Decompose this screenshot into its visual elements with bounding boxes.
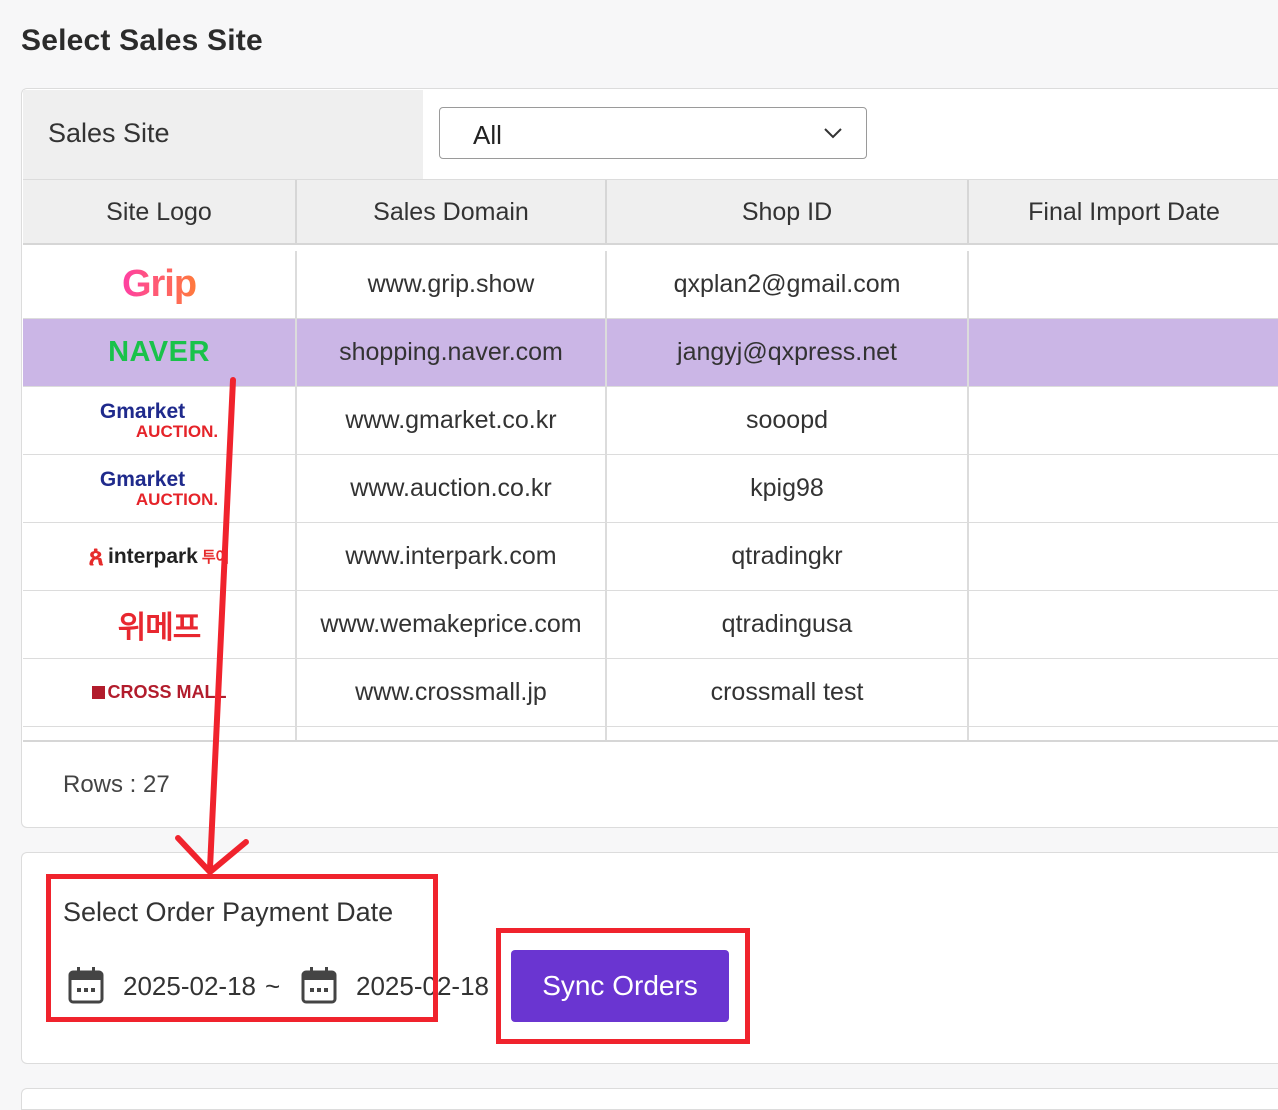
header-sales-domain[interactable]: Sales Domain [297,180,607,244]
site-logo-cell: Gmarket AUCTION. [23,387,297,454]
crossmall-logo-text: CROSS MALL [107,682,227,702]
final-import-date-cell [969,319,1278,386]
sales-domain-cell: www.gmarket.co.kr [297,387,607,454]
table-row[interactable]: Gmarket AUCTION. www.auction.co.kr kpig9… [23,455,1278,523]
grip-logo: Grip [121,263,197,305]
table-row[interactable]: Grip www.grip.show qxplan2@gmail.com [23,251,1278,319]
sales-domain-cell: www.grip.show [297,251,607,318]
interpark-tour-text: 투어 [201,549,230,566]
grid-header: Site Logo Sales Domain Shop ID Final Imp… [23,179,1278,245]
shop-id-cell: crossmall test [607,659,969,726]
sales-domain-cell: www.auction.co.kr [297,455,607,522]
interpark-logo-text: interpark [108,544,198,568]
gmarket-logo-text: Gmarket [99,400,186,423]
filter-label-cell: Sales Site [23,90,423,179]
sales-site-select-value: All [473,120,502,150]
order-date-panel: Select Order Payment Date 2025-02-18 ~ 2… [21,852,1278,1064]
partial-cell [607,727,969,741]
naver-logo: NAVER [108,336,210,368]
end-date-input[interactable]: 2025-02-18 [356,971,489,1002]
final-import-date-cell [969,387,1278,454]
wemakeprice-logo: 위메프 [117,610,202,645]
partial-cell [297,727,607,741]
sales-domain-cell: www.wemakeprice.com [297,591,607,658]
site-logo-cell: Grip [23,251,297,318]
sales-site-select[interactable]: All [439,107,867,159]
calendar-icon[interactable] [68,965,104,1005]
auction-logo-text: AUCTION. [135,490,219,509]
partial-cell [969,727,1278,741]
final-import-date-cell [969,659,1278,726]
site-logo-cell: CROSS MALL [23,659,297,726]
partial-cell [23,727,297,741]
date-separator: ~ [265,971,281,1001]
start-date-input[interactable]: 2025-02-18 [123,971,256,1002]
site-logo-cell: 위메프 [23,591,297,658]
auction-logo-text: AUCTION. [135,422,219,441]
sales-site-label: Sales Site [48,118,170,148]
crossmall-logo: CROSS MALL [91,682,227,703]
sales-site-grid: Site Logo Sales Domain Shop ID Final Imp… [23,179,1278,741]
final-import-date-cell [969,591,1278,658]
site-logo-cell: NAVER [23,319,297,386]
rows-count: Rows : 27 [63,771,170,798]
sales-domain-cell: shopping.naver.com [297,319,607,386]
page-title: Select Sales Site [21,24,263,57]
next-panel [21,1088,1278,1110]
table-row-partial[interactable] [23,727,1278,741]
table-row[interactable]: 위메프 www.wemakeprice.com qtradingusa [23,591,1278,659]
chevron-down-icon [824,128,842,139]
table-row[interactable]: Gmarket AUCTION. www.gmarket.co.kr sooop… [23,387,1278,455]
calendar-icon[interactable] [301,965,337,1005]
shop-id-cell: sooopd [607,387,969,454]
interpark-logo: ጰ interpark 투어 [89,541,230,573]
gmarket-logo-text: Gmarket [99,468,186,491]
final-import-date-cell [969,455,1278,522]
shop-id-cell: qtradingusa [607,591,969,658]
interpark-figure-icon: ጰ [88,540,105,571]
shop-id-cell: kpig98 [607,455,969,522]
table-row-selected[interactable]: NAVER shopping.naver.com jangyj@qxpress.… [23,319,1278,387]
header-final-import-date[interactable]: Final Import Date [969,180,1278,244]
table-row[interactable]: CROSS MALL www.crossmall.jp crossmall te… [23,659,1278,727]
header-shop-id[interactable]: Shop ID [607,180,969,244]
shop-id-cell: qtradingkr [607,523,969,590]
shop-id-cell: qxplan2@gmail.com [607,251,969,318]
final-import-date-cell [969,523,1278,590]
order-date-title: Select Order Payment Date [63,897,394,927]
site-logo-cell: Gmarket AUCTION. [23,455,297,522]
sales-domain-cell: www.interpark.com [297,523,607,590]
final-import-date-cell [969,251,1278,318]
grid-bottom-border [23,740,1278,742]
header-site-logo[interactable]: Site Logo [23,180,297,244]
site-logo-cell: ጰ interpark 투어 [23,523,297,590]
table-row[interactable]: ጰ interpark 투어 www.interpark.com qtradin… [23,523,1278,591]
crossmall-mark-icon [91,686,105,699]
sync-orders-button[interactable]: Sync Orders [511,950,729,1022]
shop-id-cell: jangyj@qxpress.net [607,319,969,386]
gmarket-auction-logo: Gmarket AUCTION. [100,469,218,508]
sales-domain-cell: www.crossmall.jp [297,659,607,726]
sales-site-panel: Sales Site All Site Logo Sales Domain Sh… [21,88,1278,828]
gmarket-auction-logo: Gmarket AUCTION. [100,401,218,440]
